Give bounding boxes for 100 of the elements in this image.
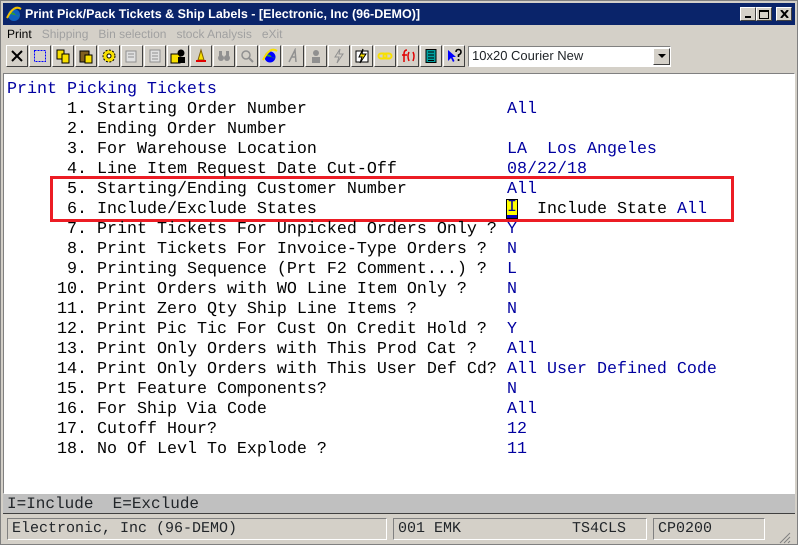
paste-icon: [78, 48, 94, 64]
toolbar-button[interactable]: [98, 45, 120, 67]
toolbar-button[interactable]: [52, 45, 74, 67]
field-value: 08/22/18: [507, 162, 587, 176]
field-number: 3.: [66, 142, 87, 156]
field-number: 9.: [66, 262, 87, 276]
field-value: Y: [507, 322, 517, 336]
menu-item[interactable]: Print: [7, 25, 32, 43]
status-pane: CP0200: [653, 518, 765, 540]
app-icon: [6, 6, 22, 22]
field-value: N: [507, 282, 517, 296]
field-label: Line Item Request Date Cut-Off: [97, 162, 398, 176]
window-title: Print Pick/Pack Tickets & Ship Labels - [Electronic, Inc (96-DEMO)]: [25, 6, 420, 23]
dropdown-button[interactable]: [653, 48, 670, 64]
field-number: 17.: [56, 422, 87, 436]
field-value: L: [507, 262, 517, 276]
field-label: Starting/Ending Customer Number: [97, 182, 408, 196]
font-size-dropdown[interactable]: 10x20 Courier New: [468, 46, 671, 66]
toolbar-button[interactable]: [29, 45, 51, 67]
copy-icon: [55, 48, 71, 64]
field-value: N: [507, 382, 517, 396]
status-text: 001 EMK: [398, 518, 462, 539]
field-label: Print Only Orders with This User Def Cd?: [97, 362, 498, 376]
field-label: Print Tickets For Invoice-Type Orders ?: [97, 242, 488, 256]
field-number: 13.: [56, 342, 87, 356]
close-icon: [780, 10, 788, 18]
toolbar-button[interactable]: [443, 45, 465, 67]
toolbar-button[interactable]: [420, 45, 442, 67]
field-label: Ending Order Number: [97, 122, 288, 136]
minimize-button[interactable]: [740, 7, 756, 21]
field-number: 10.: [56, 282, 87, 296]
field-label: Printing Sequence (Prt F2 Comment...) ?: [97, 262, 488, 276]
field-value: 11: [507, 442, 527, 456]
field-value: Y: [507, 222, 517, 236]
help-pointer-icon: [446, 48, 462, 64]
magnifier-icon: [239, 48, 255, 64]
selection-icon: [32, 48, 48, 64]
field-number: 4.: [66, 162, 87, 176]
field-number: 11.: [56, 302, 87, 316]
field-label: Include State: [537, 202, 667, 216]
field-label: Prt Feature Components?: [97, 382, 328, 396]
field-number: 8.: [66, 242, 87, 256]
field-number: 16.: [56, 402, 87, 416]
field-value: LA Los Angeles: [507, 142, 657, 156]
function-icon: [400, 48, 416, 64]
screen-heading: Print Picking Tickets: [7, 82, 217, 96]
field-value: 12: [507, 422, 527, 436]
toolbar-button[interactable]: [167, 45, 189, 67]
field-label: Include/Exclude States: [97, 202, 318, 216]
field-label: For Warehouse Location: [97, 142, 318, 156]
field-number: 6.: [66, 202, 87, 216]
toolbar-button[interactable]: [75, 45, 97, 67]
field-value: All: [676, 202, 707, 216]
field-number: 5.: [66, 182, 87, 196]
binoculars-icon: [216, 48, 232, 64]
field-label: Cutoff Hour?: [97, 422, 218, 436]
field-value: N: [507, 302, 517, 316]
resize-grip[interactable]: [779, 532, 791, 544]
field-number: 15.: [56, 382, 87, 396]
field-label: Print Tickets For Unpicked Orders Only ?: [97, 222, 498, 236]
maximize-button[interactable]: [756, 7, 772, 21]
close-button[interactable]: [776, 7, 792, 21]
field-number: 14.: [56, 362, 87, 376]
caret-icon: [658, 54, 666, 58]
calculator-icon: [423, 48, 439, 64]
toolbar-button[interactable]: [6, 45, 28, 67]
field-label: Print Orders with WO Line Item Only ?: [97, 282, 468, 296]
gear-icon: [101, 48, 117, 64]
field-value: All: [507, 402, 537, 416]
input-field[interactable]: I: [507, 200, 517, 218]
status-text: TS4CLS: [572, 518, 626, 539]
field-number: 12.: [56, 322, 87, 336]
field-value: N: [507, 242, 517, 256]
field-number: 2.: [66, 122, 87, 136]
toolbar-button[interactable]: [351, 45, 373, 67]
status-pane: Electronic, Inc (96-DEMO): [7, 518, 387, 540]
toolbar-button[interactable]: [374, 45, 396, 67]
field-number: 7.: [66, 222, 87, 236]
globe-icon: [262, 48, 278, 64]
toolbar-button[interactable]: [397, 45, 419, 67]
lightning-icon: [331, 48, 347, 64]
maximize-icon: [759, 10, 769, 18]
field-label: No Of Levl To Explode ?: [97, 442, 328, 456]
person-document-icon: [170, 48, 186, 64]
lightning-document-icon: [354, 48, 370, 64]
field-label: For Ship Via Code: [97, 402, 268, 416]
field-value: All: [507, 342, 537, 356]
field-value: All: [507, 102, 537, 116]
toolbar-button[interactable]: [190, 45, 212, 67]
field-label: Print Zero Qty Ship Line Items ?: [97, 302, 418, 316]
field-label: Print Only Orders with This Prod Cat ?: [97, 342, 478, 356]
field-label: Starting Order Number: [97, 102, 308, 116]
field-value: All User Defined Code: [507, 362, 717, 376]
field-label: Print Pic Tic For Cust On Credit Hold ?: [97, 322, 488, 336]
field-number: 1.: [66, 102, 87, 116]
hint-text: I=Include E=Exclude: [3, 494, 795, 514]
field-number: 18.: [56, 442, 87, 456]
toolbar-button[interactable]: [259, 45, 281, 67]
list-icon: [147, 48, 163, 64]
field-value: All: [507, 182, 537, 196]
